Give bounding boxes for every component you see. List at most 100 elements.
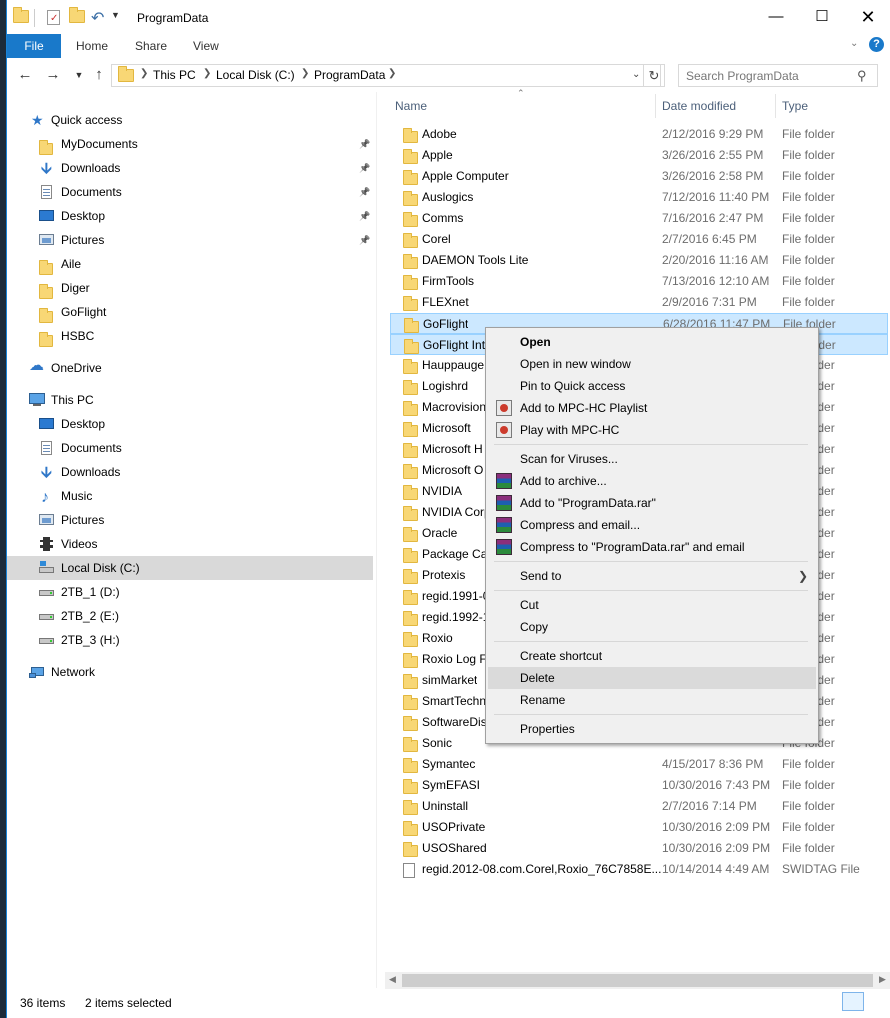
tab-file[interactable]: File	[7, 34, 61, 58]
nav-item-local-disk-c-[interactable]: Local Disk (C:)	[7, 556, 373, 580]
menu-item-open-in-new-window[interactable]: Open in new window	[488, 353, 816, 375]
column-divider[interactable]	[655, 94, 656, 118]
file-row[interactable]: Corel 2/7/2016 6:45 PM File folder	[390, 229, 888, 250]
nav-item-documents[interactable]: Documents	[7, 436, 373, 460]
nav-item-pictures[interactable]: Pictures 📌	[7, 228, 373, 252]
tab-home[interactable]: Home	[76, 34, 108, 58]
menu-item-cut[interactable]: Cut	[488, 594, 816, 616]
customize-qa-icon[interactable]: ▼	[111, 10, 127, 26]
nav-item-mydocuments[interactable]: MyDocuments 📌	[7, 132, 373, 156]
file-row[interactable]: Auslogics 7/12/2016 11:40 PM File folder	[390, 187, 888, 208]
minimize-button[interactable]: —	[753, 0, 799, 34]
menu-item-add-to-mpc-hc-playlist[interactable]: Add to MPC-HC Playlist	[488, 397, 816, 419]
scrollbar-thumb[interactable]	[402, 974, 873, 987]
expand-ribbon-icon[interactable]: ⌄	[850, 38, 858, 49]
column-divider[interactable]	[775, 94, 776, 118]
file-row[interactable]: Uninstall 2/7/2016 7:14 PM File folder	[390, 796, 888, 817]
file-row[interactable]: Adobe 2/12/2016 9:29 PM File folder	[390, 124, 888, 145]
search-input[interactable]: Search ProgramData ⚲	[678, 64, 878, 87]
chevron-right-icon[interactable]: ❯	[388, 68, 396, 79]
nav-quick-access[interactable]: ★ Quick access	[7, 108, 373, 132]
menu-item-create-shortcut[interactable]: Create shortcut	[488, 645, 816, 667]
column-header-type[interactable]: Type	[782, 92, 808, 120]
file-row[interactable]: SymEFASI 10/30/2016 7:43 PM File folder	[390, 775, 888, 796]
undo-icon[interactable]: ↶	[91, 8, 107, 27]
column-header-date[interactable]: Date modified	[662, 92, 736, 120]
menu-item-scan-for-viruses[interactable]: Scan for Viruses...	[488, 448, 816, 470]
file-row[interactable]: FirmTools 7/13/2016 12:10 AM File folder	[390, 271, 888, 292]
new-folder-icon[interactable]	[69, 7, 85, 26]
menu-item-delete[interactable]: Delete	[488, 667, 816, 689]
menu-item-add-to-archive[interactable]: Add to archive...	[488, 470, 816, 492]
file-row[interactable]: USOPrivate 10/30/2016 2:09 PM File folder	[390, 817, 888, 838]
file-row[interactable]: Symantec 4/15/2017 8:36 PM File folder	[390, 754, 888, 775]
scroll-left-icon[interactable]: ◀	[389, 974, 396, 985]
chevron-right-icon[interactable]: ❯	[203, 68, 211, 79]
back-button[interactable]: ←	[15, 65, 35, 85]
nav-item-hsbc[interactable]: HSBC	[7, 324, 373, 348]
nav-item-music[interactable]: ♪ Music	[7, 484, 373, 508]
menu-item-open[interactable]: Open	[488, 331, 816, 353]
chevron-right-icon[interactable]: ❯	[140, 68, 148, 79]
menu-item-rename[interactable]: Rename	[488, 689, 816, 711]
menu-item-compress-and-email[interactable]: Compress and email...	[488, 514, 816, 536]
menu-item-play-with-mpc-hc[interactable]: Play with MPC-HC	[488, 419, 816, 441]
file-row[interactable]: USOShared 10/30/2016 2:09 PM File folder	[390, 838, 888, 859]
file-row[interactable]: DAEMON Tools Lite 2/20/2016 11:16 AM File …	[390, 250, 888, 271]
nav-item-aile[interactable]: Aile	[7, 252, 373, 276]
maximize-button[interactable]: ☐	[799, 0, 845, 34]
file-row[interactable]: FLEXnet 2/9/2016 7:31 PM File folder	[390, 292, 888, 313]
nav-item-desktop[interactable]: Desktop 📌	[7, 204, 373, 228]
close-button[interactable]: ✕	[845, 0, 890, 34]
large-icons-view-icon[interactable]	[867, 992, 885, 1011]
breadcrumb-local-disk[interactable]: Local Disk (C:)	[216, 68, 295, 82]
nav-item-documents[interactable]: Documents 📌	[7, 180, 373, 204]
recent-locations-button[interactable]: ▼	[69, 65, 89, 85]
nav-item-goflight[interactable]: GoFlight	[7, 300, 373, 324]
nav-onedrive[interactable]: ☁ OneDrive	[7, 356, 373, 380]
file-row[interactable]: Comms 7/16/2016 2:47 PM File folder	[390, 208, 888, 229]
nav-item-pictures[interactable]: Pictures	[7, 508, 373, 532]
nav-this-pc[interactable]: This PC	[7, 388, 373, 412]
pin-icon[interactable]: 📌	[359, 156, 370, 180]
file-row[interactable]: regid.2012-08.com.Corel,Roxio_76C7858E..…	[390, 859, 888, 880]
menu-item-properties[interactable]: Properties	[488, 718, 816, 740]
breadcrumb-this-pc[interactable]: This PC	[153, 68, 196, 82]
pin-icon[interactable]: 📌	[359, 228, 370, 252]
tab-view[interactable]: View	[193, 34, 219, 58]
nav-item-2tb-2-e-[interactable]: 2TB_2 (E:)	[7, 604, 373, 628]
pin-icon[interactable]: 📌	[359, 132, 370, 156]
nav-item-videos[interactable]: Videos	[7, 532, 373, 556]
properties-icon[interactable]: ✓	[47, 10, 60, 25]
nav-item-2tb-3-h-[interactable]: 2TB_3 (H:)	[7, 628, 373, 652]
file-row[interactable]: Apple 3/26/2016 2:55 PM File folder	[390, 145, 888, 166]
pin-icon[interactable]: 📌	[359, 204, 370, 228]
drive-icon	[39, 609, 54, 623]
menu-item-compress-to-programdata-rar-and-email[interactable]: Compress to "ProgramData.rar" and email	[488, 536, 816, 558]
horizontal-scrollbar[interactable]: ◀ ▶	[385, 972, 890, 989]
menu-item-add-to-programdata-rar[interactable]: Add to "ProgramData.rar"	[488, 492, 816, 514]
chevron-right-icon[interactable]: ❯	[301, 68, 309, 79]
address-bar[interactable]: ❯ This PC ❯ Local Disk (C:) ❯ ProgramDat…	[111, 64, 661, 87]
file-row[interactable]: Apple Computer 3/26/2016 2:58 PM File fold…	[390, 166, 888, 187]
help-icon[interactable]: ?	[869, 37, 884, 52]
details-view-icon[interactable]	[842, 992, 864, 1011]
nav-item-downloads[interactable]: 🡫 Downloads 📌	[7, 156, 373, 180]
column-header-name[interactable]: Name	[395, 92, 427, 120]
breadcrumb-programdata[interactable]: ProgramData	[314, 68, 385, 82]
pin-icon[interactable]: 📌	[359, 180, 370, 204]
menu-item-send-to[interactable]: Send to ❯	[488, 565, 816, 587]
refresh-button[interactable]: ↻	[643, 64, 665, 87]
nav-item-desktop[interactable]: Desktop	[7, 412, 373, 436]
menu-item-copy[interactable]: Copy	[488, 616, 816, 638]
nav-item-2tb-1-d-[interactable]: 2TB_1 (D:)	[7, 580, 373, 604]
nav-network[interactable]: Network	[7, 660, 373, 684]
forward-button[interactable]: →	[43, 65, 63, 85]
nav-item-downloads[interactable]: 🡫 Downloads	[7, 460, 373, 484]
menu-item-pin-to-quick-access[interactable]: Pin to Quick access	[488, 375, 816, 397]
chevron-down-icon[interactable]: ⌄	[632, 69, 640, 80]
tab-share[interactable]: Share	[135, 34, 167, 58]
up-button[interactable]: ↑	[89, 65, 109, 85]
scroll-right-icon[interactable]: ▶	[879, 974, 886, 985]
nav-item-diger[interactable]: Diger	[7, 276, 373, 300]
